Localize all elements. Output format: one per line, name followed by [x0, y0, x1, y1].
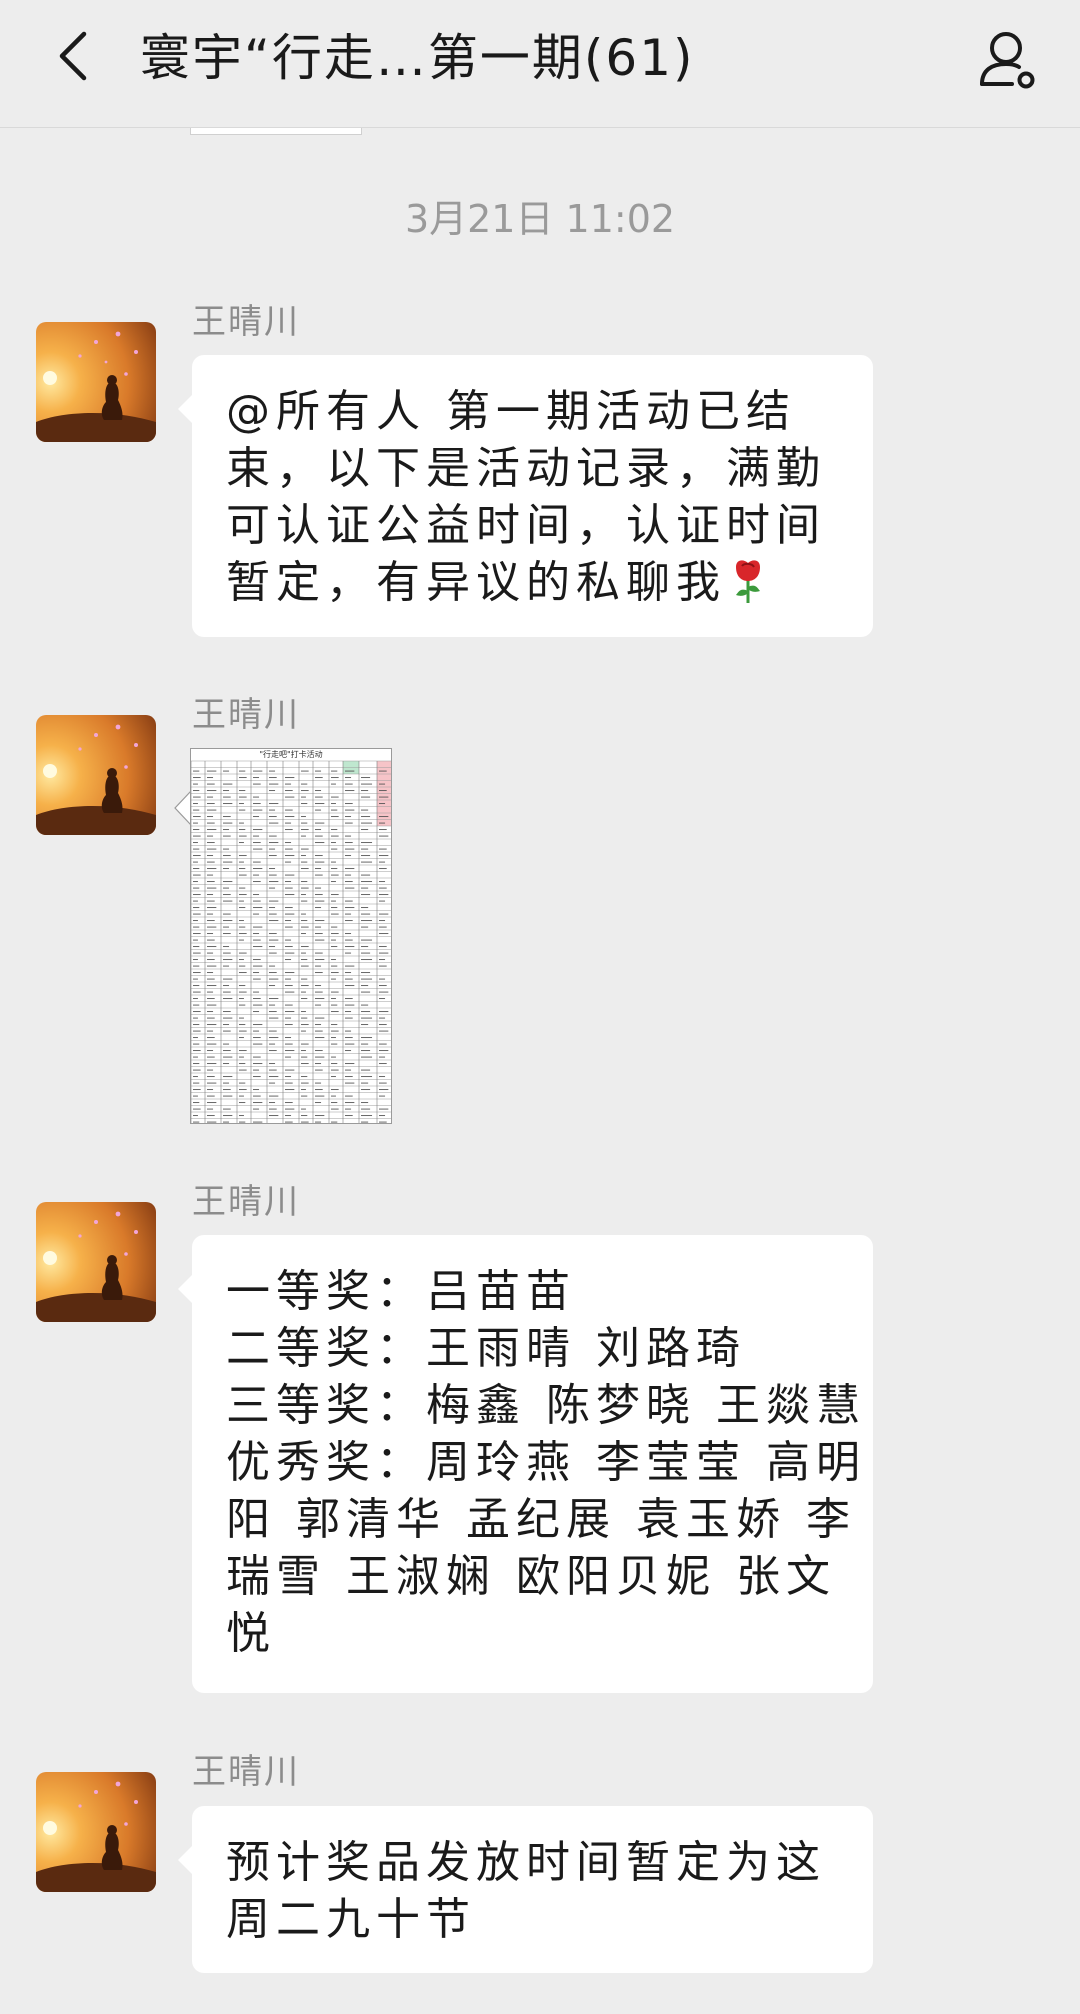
message-timestamp: 3月21日 11:02 [404, 197, 676, 241]
chat-title: 寰宇“行走…第一期(61) [140, 29, 695, 87]
sender-avatar[interactable] [36, 1772, 156, 1892]
chat-header: 寰宇“行走…第一期(61) [0, 0, 1080, 128]
message-line: 悦 [226, 1608, 276, 1659]
message-bubble[interactable]: 一等奖：吕苗苗 二等奖：王雨晴 刘路琦 三等奖：梅鑫 陈梦晓 王燚慧 优秀奖：周… [178, 1235, 873, 1693]
message-line: 预计奖品发放时间暂定为这 [226, 1837, 826, 1888]
message-line: 可认证公益时间，认证时间 [226, 500, 826, 551]
spreadsheet-image[interactable]: "行走吧"打卡活动 [190, 748, 392, 1124]
sender-name: 王晴川 [192, 695, 300, 735]
spreadsheet-grid [191, 760, 391, 1123]
sender-avatar[interactable] [36, 1202, 156, 1322]
avatar-image [36, 715, 156, 835]
message-line: 二等奖：王雨晴 刘路琦 [226, 1323, 746, 1374]
message-line: 优秀奖：周玲燕 李莹莹 高明 [226, 1437, 866, 1488]
avatar-image [36, 1202, 156, 1322]
message-line: 周二九十节 [226, 1894, 476, 1945]
group-info-button[interactable] [972, 24, 1044, 96]
rose-icon [736, 560, 760, 603]
message-line: 一等奖：吕苗苗 [226, 1266, 576, 1317]
message-bubble[interactable]: 预计奖品发放时间暂定为这 周二九十节 [178, 1806, 873, 1973]
group-profile-icon [980, 32, 1035, 89]
sender-avatar[interactable] [36, 322, 156, 442]
message-line: 三等奖：梅鑫 陈梦晓 王燚慧 [226, 1380, 866, 1431]
message-line: @所有人 第一期活动已结 [226, 386, 796, 437]
message-bubble[interactable]: @所有人 第一期活动已结 束，以下是活动记录，满勤 可认证公益时间，认证时间 暂… [178, 355, 873, 637]
back-button[interactable] [44, 24, 108, 88]
sender-avatar[interactable] [36, 715, 156, 835]
sender-name: 王晴川 [192, 1182, 300, 1222]
message-line: 暂定，有异议的私聊我 [226, 554, 837, 611]
sender-name: 王晴川 [192, 302, 300, 342]
sender-name: 王晴川 [192, 1752, 300, 1792]
chevron-left-icon [59, 31, 87, 81]
message-line: 束，以下是活动记录，满勤 [226, 443, 826, 494]
message-line: 阳 郭清华 孟纪展 袁玉娇 李 [226, 1494, 856, 1545]
avatar-image [36, 322, 156, 442]
previous-message-edge [190, 128, 362, 135]
message-line: 瑞雪 王淑娴 欧阳贝妮 张文 [226, 1551, 836, 1602]
avatar-image [36, 1772, 156, 1892]
